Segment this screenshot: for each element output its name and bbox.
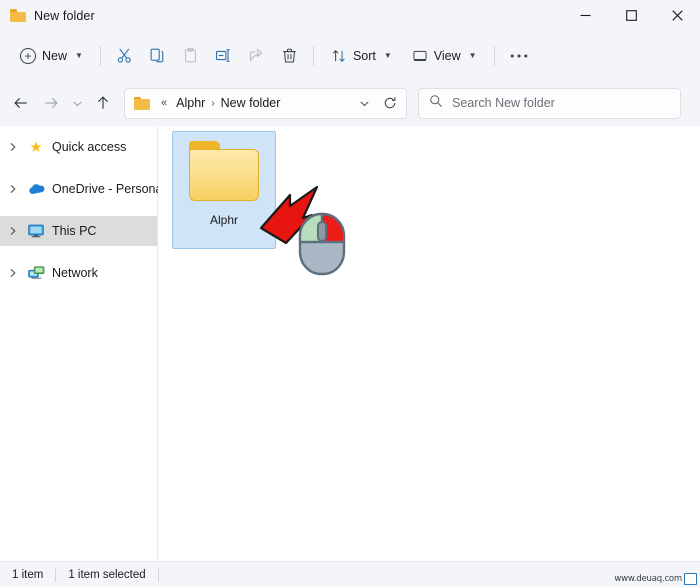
navigation-pane: ★ Quick access OneDrive - Personal This … <box>0 126 165 561</box>
file-list-area[interactable]: Alphr <box>158 126 700 561</box>
file-item-alphr[interactable]: Alphr <box>172 131 276 249</box>
rename-button[interactable] <box>207 40 240 72</box>
sidebar-item-onedrive[interactable]: OneDrive - Personal <box>0 174 165 204</box>
toolbar-divider-3 <box>493 45 495 66</box>
sort-button-label: Sort <box>352 48 376 63</box>
sidebar-item-label: This PC <box>52 224 97 238</box>
star-icon: ★ <box>29 138 43 156</box>
watermark: www.deuaq.com <box>614 573 697 585</box>
monitor-icon <box>684 573 697 585</box>
sidebar-item-this-pc[interactable]: This PC <box>0 216 157 246</box>
title-bar-left: New folder <box>0 9 95 23</box>
file-explorer-window: New folder + New ▼ Sort ▼ View ▼ « Alphr… <box>0 0 700 587</box>
chevron-down-icon: ▼ <box>468 50 477 60</box>
breadcrumb: « Alphr › New folder <box>155 93 352 113</box>
new-button[interactable]: + New ▼ <box>10 40 93 72</box>
toolbar-divider <box>99 45 101 66</box>
chevron-right-icon[interactable] <box>6 142 20 152</box>
maximize-icon[interactable] <box>608 0 654 31</box>
chevron-down-icon[interactable] <box>352 91 376 116</box>
close-icon[interactable] <box>654 0 700 31</box>
folder-icon <box>187 141 261 203</box>
breadcrumb-item-alphr[interactable]: Alphr <box>171 93 210 113</box>
sort-button[interactable]: Sort ▼ <box>321 40 402 72</box>
forward-button[interactable] <box>36 88 66 118</box>
toolbar-divider-2 <box>312 45 314 66</box>
network-icon <box>27 266 45 280</box>
cloud-icon <box>27 183 45 195</box>
sidebar-item-label: Quick access <box>52 140 127 154</box>
window-controls <box>562 0 700 31</box>
status-divider <box>55 567 57 582</box>
back-button[interactable] <box>6 88 36 118</box>
chevron-down-icon: ▼ <box>383 50 392 60</box>
status-bar: 1 item 1 item selected www.deuaq.com <box>0 561 700 587</box>
command-toolbar: + New ▼ Sort ▼ View ▼ <box>0 31 700 80</box>
view-button[interactable]: View ▼ <box>402 40 487 72</box>
sidebar-item-quick-access[interactable]: ★ Quick access <box>0 132 157 162</box>
breadcrumb-separator: › <box>211 97 215 109</box>
minimize-icon[interactable] <box>562 0 608 31</box>
address-row: « Alphr › New folder Search New folder <box>0 80 700 126</box>
title-bar: New folder <box>0 0 700 31</box>
sidebar-item-label: Network <box>52 266 98 280</box>
view-button-label: View <box>433 48 461 63</box>
address-bar-actions <box>352 91 402 116</box>
address-bar[interactable]: « Alphr › New folder <box>124 87 407 119</box>
mouse-right-click-illustration <box>298 212 346 276</box>
explorer-body: ★ Quick access OneDrive - Personal This … <box>0 126 700 561</box>
search-input[interactable]: Search New folder <box>452 96 555 110</box>
chevron-right-icon[interactable] <box>6 226 20 236</box>
cut-button[interactable] <box>108 40 141 72</box>
share-button[interactable] <box>240 40 273 72</box>
up-button[interactable] <box>88 88 118 118</box>
new-button-label: New <box>42 48 68 63</box>
plus-circle-icon: + <box>20 47 36 64</box>
window-title: New folder <box>34 8 95 23</box>
copy-button[interactable] <box>141 40 174 72</box>
search-box[interactable]: Search New folder <box>418 87 681 119</box>
search-icon <box>429 94 443 113</box>
sidebar-item-network[interactable]: Network <box>0 258 157 288</box>
chevron-down-icon: ▼ <box>75 50 83 60</box>
status-divider-2 <box>157 567 159 582</box>
status-selection: 1 item selected <box>68 568 146 581</box>
sidebar-item-label: OneDrive - Personal <box>52 182 166 196</box>
breadcrumb-overflow[interactable]: « <box>155 95 171 111</box>
more-options-button[interactable] <box>502 40 536 72</box>
monitor-icon <box>27 224 45 238</box>
folder-icon <box>10 9 26 22</box>
recent-locations-button[interactable] <box>66 88 88 118</box>
refresh-icon[interactable] <box>378 91 402 116</box>
watermark-text: www.deuaq.com <box>614 574 682 584</box>
chevron-right-icon[interactable] <box>6 268 20 278</box>
paste-button[interactable] <box>174 40 207 72</box>
chevron-right-icon[interactable] <box>6 184 20 194</box>
delete-button[interactable] <box>273 40 306 72</box>
status-item-count: 1 item <box>12 568 44 581</box>
breadcrumb-item-new-folder[interactable]: New folder <box>216 93 286 113</box>
folder-icon <box>134 96 150 110</box>
file-item-label: Alphr <box>209 213 238 227</box>
